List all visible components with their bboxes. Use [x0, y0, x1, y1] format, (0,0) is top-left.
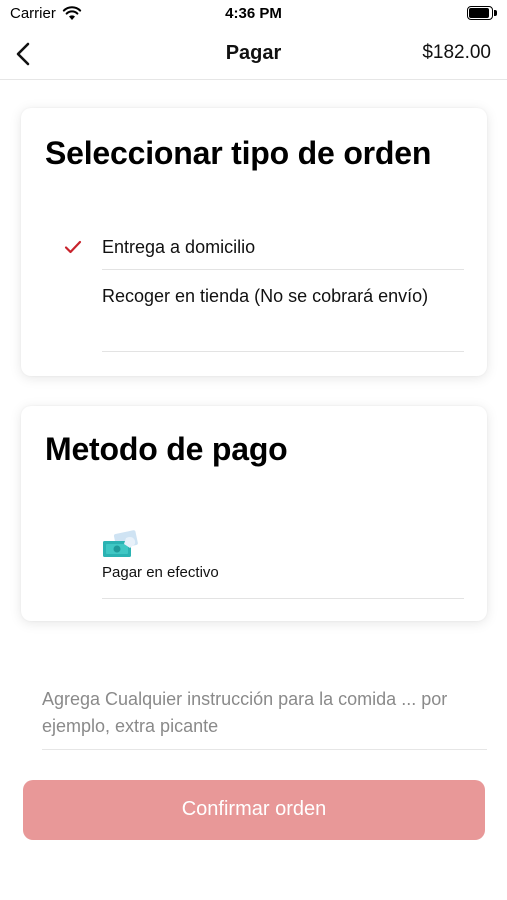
clock: 4:36 PM: [225, 5, 282, 22]
option-store-pickup[interactable]: Recoger en tienda (No se cobrará envío): [102, 270, 464, 352]
status-bar: Carrier 4:36 PM: [0, 0, 507, 28]
payment-option-cash[interactable]: Pagar en efectivo: [102, 526, 464, 599]
food-instructions-input[interactable]: Agrega Cualquier instrucción para la com…: [42, 682, 487, 750]
order-type-title: Seleccionar tipo de orden: [45, 135, 432, 171]
battery-icon: [467, 6, 497, 20]
cash-icon: [103, 530, 138, 557]
checkmark-icon: [64, 240, 82, 254]
order-type-card: Seleccionar tipo de orden Entrega a domi…: [21, 108, 487, 376]
payment-method-title: Metodo de pago: [45, 431, 288, 467]
instructions-placeholder: Agrega Cualquier instrucción para la com…: [42, 689, 448, 736]
confirm-order-button[interactable]: Confirmar orden: [23, 780, 485, 840]
option-label: Recoger en tienda (No se cobrará envío): [102, 286, 429, 306]
confirm-order-label: Confirmar orden: [181, 798, 327, 820]
order-total: $182.00: [422, 42, 491, 63]
payment-method-card: Metodo de pago Pagar en efectivo: [21, 406, 487, 621]
option-label: Entrega a domicilio: [102, 237, 256, 257]
payment-option-label: Pagar en efectivo: [102, 564, 219, 581]
option-home-delivery[interactable]: Entrega a domicilio: [64, 226, 464, 270]
navigation-bar: Pagar $182.00: [0, 28, 507, 80]
